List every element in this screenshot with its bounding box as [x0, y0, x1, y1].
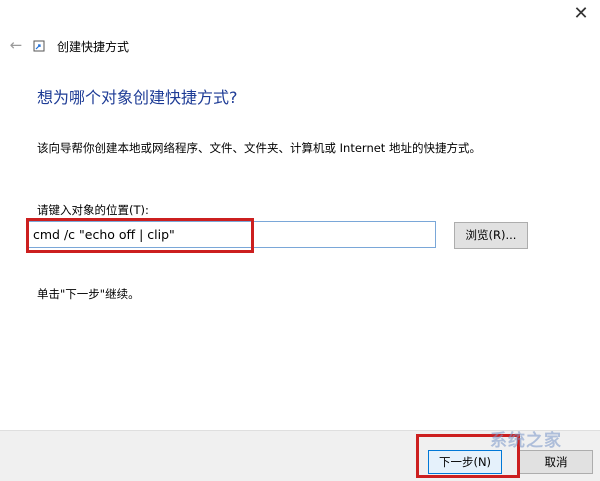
wizard-nav-row: ← 创建快捷方式: [0, 34, 600, 58]
continue-hint: 单击"下一步"继续。: [37, 287, 140, 301]
watermark-logo: 系统之家: [490, 431, 562, 451]
create-shortcut-window: ✕ ← 创建快捷方式 想为哪个对象创建快捷方式? 该向导帮你创建本地或网络程序、…: [0, 0, 600, 481]
close-icon[interactable]: ✕: [570, 0, 592, 30]
browse-button[interactable]: 浏览(R)...: [454, 222, 528, 249]
wizard-title: 创建快捷方式: [57, 40, 130, 54]
back-arrow-icon[interactable]: ←: [6, 34, 26, 58]
location-label: 请键入对象的位置(T):: [37, 203, 149, 217]
shortcut-wizard-icon: [33, 40, 45, 52]
location-input[interactable]: [28, 221, 436, 248]
page-heading: 想为哪个对象创建快捷方式?: [37, 88, 238, 107]
title-bar: ✕: [0, 0, 600, 30]
wizard-description: 该向导帮你创建本地或网络程序、文件、文件夹、计算机或 Internet 地址的快…: [37, 141, 481, 155]
